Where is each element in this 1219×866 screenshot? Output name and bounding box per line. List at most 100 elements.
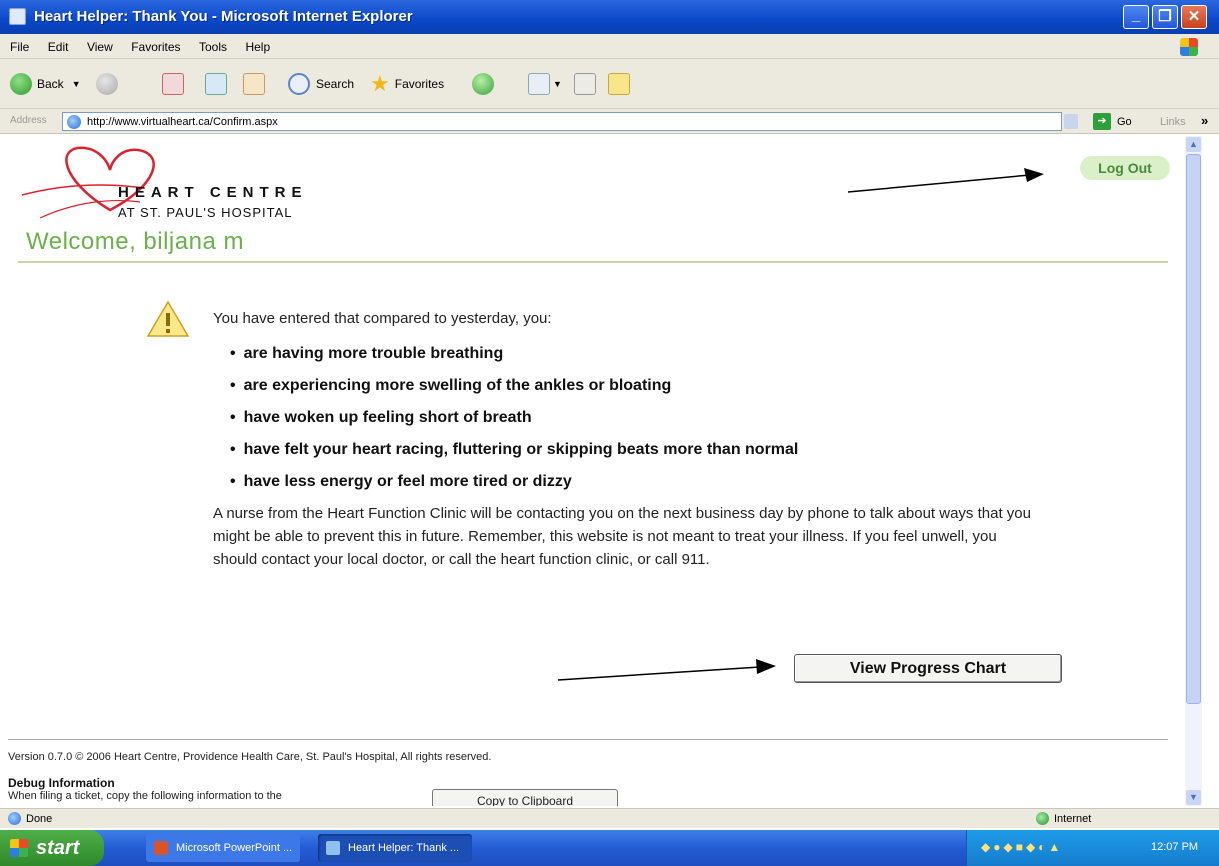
symptom-list: are having more trouble breathing are ex… xyxy=(230,342,799,502)
copy-to-clipboard-button[interactable]: Copy to Clipboard xyxy=(432,789,618,806)
mail-icon xyxy=(528,73,550,95)
history-icon xyxy=(472,73,494,95)
powerpoint-icon xyxy=(154,841,168,855)
close-icon: ✕ xyxy=(1187,8,1201,25)
favorites-label: Favorites xyxy=(394,77,445,91)
status-text: Done xyxy=(26,813,53,825)
favorites-button[interactable]: ★ Favorites xyxy=(370,71,445,96)
go-button[interactable]: Go xyxy=(1117,116,1132,128)
minimize-button[interactable]: _ xyxy=(1123,5,1149,29)
forward-button[interactable] xyxy=(96,72,118,96)
menu-view[interactable]: View xyxy=(87,40,113,54)
heart-centre-logo: HEART CENTRE AT ST. PAUL'S HOSPITAL xyxy=(21,146,308,220)
warning-icon xyxy=(146,300,190,337)
address-url: http://www.virtualheart.ca/Confirm.aspx xyxy=(87,116,278,128)
address-input[interactable]: http://www.virtualheart.ca/Confirm.aspx xyxy=(62,112,1062,131)
window-titlebar: Heart Helper: Thank You - Microsoft Inte… xyxy=(0,0,1219,34)
debug-title: Debug Information xyxy=(8,776,115,790)
search-label: Search xyxy=(316,77,355,91)
system-tray: ◆●◆■◆◐▲ 12:07 PM xyxy=(966,830,1219,866)
list-item: are experiencing more swelling of the an… xyxy=(230,374,798,406)
address-bar: Address http://www.virtualheart.ca/Confi… xyxy=(0,109,1219,134)
close-button[interactable]: ✕ xyxy=(1181,5,1207,29)
star-icon: ★ xyxy=(370,71,390,96)
logout-button[interactable]: Log Out xyxy=(1080,156,1170,180)
print-button[interactable] xyxy=(574,72,596,96)
start-button[interactable]: start xyxy=(0,830,104,866)
home-button[interactable] xyxy=(243,72,265,96)
page-content: HEART CENTRE AT ST. PAUL'S HOSPITAL Welc… xyxy=(8,136,1185,806)
menu-file[interactable]: File xyxy=(10,40,29,54)
scrollbar-thumb[interactable] xyxy=(1186,154,1201,704)
status-bar: Done Internet xyxy=(0,808,1219,828)
address-dropdown-icon[interactable] xyxy=(1064,114,1078,129)
window-title: Heart Helper: Thank You - Microsoft Inte… xyxy=(34,8,413,25)
list-item: have less energy or feel more tired or d… xyxy=(230,470,798,502)
minimize-icon: _ xyxy=(1131,7,1141,24)
address-label: Address xyxy=(10,115,47,126)
annotation-arrow-progress xyxy=(557,659,776,681)
menu-bar: File Edit View Favorites Tools Help xyxy=(0,34,1219,59)
menu-favorites[interactable]: Favorites xyxy=(131,40,180,54)
logo-name: HEART CENTRE xyxy=(118,184,308,201)
list-item: have felt your heart racing, fluttering … xyxy=(230,438,799,470)
go-arrow-icon[interactable]: ➔ xyxy=(1093,113,1111,130)
dropdown-arrow-icon: ▼ xyxy=(553,79,562,89)
forward-arrow-icon xyxy=(96,73,118,95)
taskbar-item-powerpoint[interactable]: Microsoft PowerPoint ... xyxy=(146,834,300,862)
stop-icon xyxy=(162,73,184,95)
back-button[interactable]: Back ▼ xyxy=(10,72,81,96)
task-label: Heart Helper: Thank ... xyxy=(348,842,460,854)
ie-page-icon xyxy=(9,8,26,25)
start-label: start xyxy=(36,837,80,859)
search-button[interactable]: Search xyxy=(288,72,354,96)
folder-button[interactable] xyxy=(608,72,630,96)
welcome-message: Welcome, biljana m xyxy=(26,228,244,255)
back-label: Back xyxy=(37,77,64,91)
taskbar-item-heart-helper[interactable]: Heart Helper: Thank ... xyxy=(318,834,472,862)
header-divider xyxy=(18,261,1168,263)
vertical-scrollbar[interactable]: ▲ ▼ xyxy=(1185,136,1202,806)
nurse-contact-paragraph: A nurse from the Heart Function Clinic w… xyxy=(213,505,1031,568)
folder-icon xyxy=(608,73,630,95)
mail-button[interactable]: ▼ xyxy=(528,72,562,96)
clock: 12:07 PM xyxy=(1151,841,1199,853)
taskbar: start Microsoft PowerPoint ... Heart Hel… xyxy=(0,830,1219,866)
links-more-icon[interactable]: » xyxy=(1201,113,1208,128)
footer-divider xyxy=(8,739,1168,740)
menu-help[interactable]: Help xyxy=(245,40,270,54)
stop-button[interactable] xyxy=(162,72,184,96)
debug-text: When filing a ticket, copy the following… xyxy=(8,790,282,802)
internet-zone-icon xyxy=(1036,812,1049,825)
ie-page-icon xyxy=(326,841,340,855)
logo-subtitle: AT ST. PAUL'S HOSPITAL xyxy=(118,205,293,220)
page-done-icon xyxy=(8,812,21,825)
windows-logo-icon xyxy=(1180,38,1198,56)
list-item: have woken up feeling short of breath xyxy=(230,406,798,438)
history-button[interactable] xyxy=(472,72,494,96)
refresh-icon xyxy=(205,73,227,95)
annotation-arrow-logout xyxy=(847,168,1044,193)
links-label[interactable]: Links xyxy=(1160,116,1186,128)
version-text: Version 0.7.0 © 2006 Heart Centre, Provi… xyxy=(8,751,492,763)
scroll-down-icon[interactable]: ▼ xyxy=(1186,790,1201,805)
list-item: are having more trouble breathing xyxy=(230,342,798,374)
task-label: Microsoft PowerPoint ... xyxy=(176,842,293,854)
intro-text: You have entered that compared to yester… xyxy=(213,310,552,327)
maximize-icon: ❐ xyxy=(1158,8,1172,25)
ie-page-icon xyxy=(67,115,81,129)
menu-edit[interactable]: Edit xyxy=(48,40,69,54)
maximize-button[interactable]: ❐ xyxy=(1152,5,1178,29)
scroll-up-icon[interactable]: ▲ xyxy=(1186,137,1201,152)
windows-flag-icon xyxy=(10,839,28,857)
home-icon xyxy=(243,73,265,95)
security-zone: Internet xyxy=(1054,813,1092,825)
view-progress-chart-button[interactable]: View Progress Chart xyxy=(794,654,1062,683)
browser-toolbar: Back ▼ Search ★ Favorites ▼ xyxy=(0,59,1219,109)
refresh-button[interactable] xyxy=(205,72,227,96)
site-header: HEART CENTRE AT ST. PAUL'S HOSPITAL Welc… xyxy=(8,136,1185,266)
back-arrow-icon xyxy=(10,73,32,95)
search-icon xyxy=(288,73,310,95)
tray-icons[interactable]: ◆●◆■◆◐▲ xyxy=(981,840,1063,854)
menu-tools[interactable]: Tools xyxy=(199,40,227,54)
